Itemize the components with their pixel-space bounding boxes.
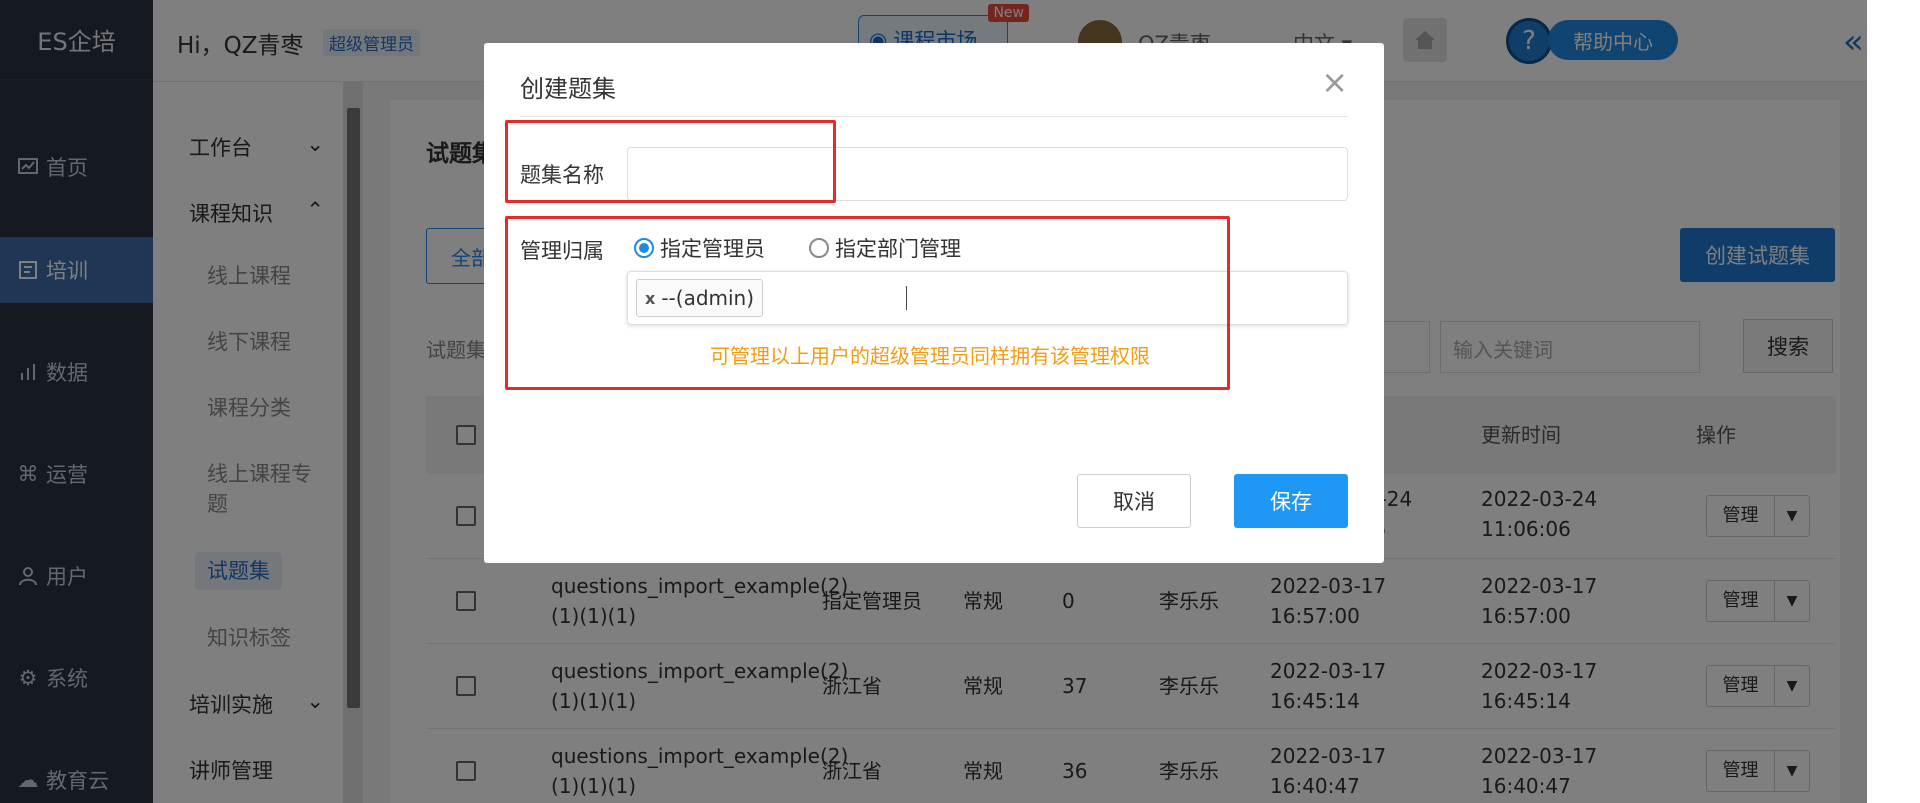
highlight-name-field xyxy=(505,120,836,203)
right-edge-panel xyxy=(1867,0,1920,803)
close-icon[interactable]: × xyxy=(1321,63,1348,101)
dialog-divider xyxy=(520,116,1348,117)
cancel-button[interactable]: 取消 xyxy=(1077,474,1191,528)
save-button[interactable]: 保存 xyxy=(1234,474,1348,528)
dialog-title: 创建题集 xyxy=(520,75,616,103)
highlight-owner-field xyxy=(505,216,1230,390)
